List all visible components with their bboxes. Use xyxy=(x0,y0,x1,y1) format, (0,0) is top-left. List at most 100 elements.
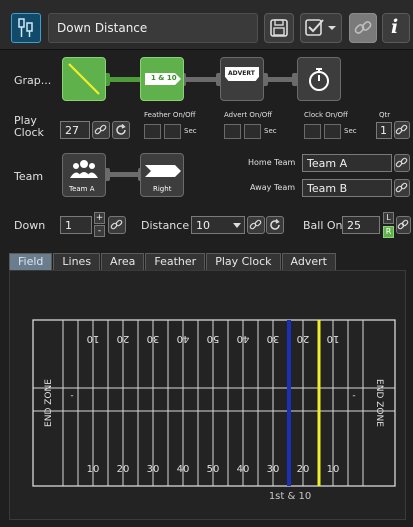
stopwatch-icon xyxy=(309,68,329,91)
right-hash-mark: - xyxy=(352,391,355,401)
down-increment-button[interactable]: + xyxy=(94,212,105,224)
graphics-row-label: Grap... xyxy=(14,74,52,87)
tab-feather[interactable]: Feather xyxy=(145,253,206,270)
quarter-input[interactable]: 1 xyxy=(376,122,392,139)
yard-number-bottom: 40 xyxy=(177,464,190,475)
feather-toggle-checkbox[interactable] xyxy=(144,124,161,139)
home-team-label: Home Team xyxy=(248,158,296,167)
chevron-down-icon xyxy=(233,223,241,228)
graphics-node-field[interactable] xyxy=(62,57,106,101)
apply-dropdown-button[interactable] xyxy=(300,13,342,43)
clock-toggle-checkbox[interactable] xyxy=(304,124,321,139)
advert-toggle-checkbox[interactable] xyxy=(224,124,241,139)
away-team-label: Away Team xyxy=(250,183,296,192)
yard-number-bottom: 50 xyxy=(207,464,220,475)
yard-number-top: 20 xyxy=(117,333,130,344)
field-line-icon xyxy=(68,63,100,95)
link-button[interactable] xyxy=(349,13,377,43)
scoreboard-app-icon[interactable] xyxy=(11,13,41,43)
field-preview-panel: 10 20 30 40 50 40 30 20 10 10 20 30 40 50 40 30 20 10 EN… xyxy=(9,270,406,520)
save-button[interactable] xyxy=(264,13,294,43)
ball-on-input[interactable]: 25 xyxy=(342,216,380,234)
tab-lines[interactable]: Lines xyxy=(53,253,101,270)
info-button[interactable]: i xyxy=(382,13,410,43)
clock-sec-label: Sec xyxy=(344,127,357,135)
down-distance-caption: 1st & 10 xyxy=(269,491,311,502)
down-link-button[interactable] xyxy=(108,216,126,234)
yard-number-top: 10 xyxy=(87,333,100,344)
direction-node[interactable]: Right xyxy=(140,153,184,197)
link-icon xyxy=(94,124,107,135)
yard-number-bottom: 20 xyxy=(117,464,130,475)
ball-on-link-button[interactable] xyxy=(396,216,411,234)
advert-onoff-label: Advert On/Off xyxy=(224,111,273,119)
down-distance-node-text: 1 & 10 xyxy=(151,74,177,82)
checkbox-check-icon xyxy=(305,19,324,36)
play-clock-link-button[interactable] xyxy=(92,121,110,139)
graphics-node-advert[interactable]: ADVERT xyxy=(220,57,264,101)
direction-node-label: Right xyxy=(153,185,172,193)
advert-sec-checkbox[interactable] xyxy=(244,124,261,139)
quarter-label: Qtr xyxy=(379,111,391,119)
distance-value: 10 xyxy=(196,219,210,232)
yard-number-top: 10 xyxy=(327,333,340,344)
link-icon xyxy=(354,21,372,34)
team-label: Team xyxy=(14,170,44,183)
left-hash-mark: - xyxy=(70,391,73,401)
link-icon xyxy=(395,124,408,135)
direction-arrow-icon xyxy=(145,165,181,177)
people-group-icon xyxy=(70,160,98,178)
link-icon xyxy=(249,219,262,230)
football-field-diagram: 10 20 30 40 50 40 30 20 10 10 20 30 40 50 40 30 20 10 EN… xyxy=(32,319,396,502)
tab-field[interactable]: Field xyxy=(9,253,53,270)
preview-tabs: Field Lines Area Feather Play Clock Adve… xyxy=(9,253,337,270)
refresh-icon xyxy=(270,219,280,230)
yard-number-top: 40 xyxy=(177,333,190,344)
left-end-zone-label: END ZONE xyxy=(44,379,54,427)
yard-number-top: 30 xyxy=(147,333,160,344)
yard-number-top: 40 xyxy=(237,333,250,344)
team-node[interactable]: Team A xyxy=(62,153,106,197)
play-clock-label: Play Clock xyxy=(14,114,44,139)
feather-sec-checkbox[interactable] xyxy=(164,124,181,139)
tab-advert[interactable]: Advert xyxy=(281,253,336,270)
away-team-input[interactable]: Team B xyxy=(302,179,392,197)
home-team-input[interactable]: Team A xyxy=(302,154,392,172)
distance-reset-button[interactable] xyxy=(266,216,284,234)
play-clock-input[interactable]: 27 xyxy=(60,121,90,139)
quarter-link-button[interactable] xyxy=(394,121,410,139)
yard-number-top: 20 xyxy=(297,333,310,344)
distance-select[interactable]: 10 xyxy=(191,216,245,234)
graphics-node-clock[interactable] xyxy=(297,57,341,101)
down-decrement-button[interactable]: - xyxy=(94,225,105,237)
refresh-icon xyxy=(116,124,126,135)
yard-numbers-top: 10 20 30 40 50 40 30 20 10 xyxy=(87,333,340,344)
down-label: Down xyxy=(14,219,46,232)
advert-node-text: ADVERT xyxy=(228,70,255,77)
home-team-link-button[interactable] xyxy=(394,154,410,172)
tab-play-clock[interactable]: Play Clock xyxy=(206,253,281,270)
chevron-down-icon xyxy=(328,26,336,30)
ball-on-left-button[interactable]: L xyxy=(383,212,394,224)
down-input[interactable]: 1 xyxy=(60,216,92,234)
advert-sec-label: Sec xyxy=(264,127,277,135)
yard-number-bottom: 20 xyxy=(297,464,310,475)
yard-number-top: 30 xyxy=(267,333,280,344)
template-title[interactable]: Down Distance xyxy=(48,13,258,43)
tab-area[interactable]: Area xyxy=(101,253,145,270)
link-icon xyxy=(395,182,408,193)
feather-sec-label: Sec xyxy=(184,127,197,135)
away-team-link-button[interactable] xyxy=(394,179,410,197)
top-toolbar: Down Distance i xyxy=(0,0,413,50)
yard-numbers-bottom: 10 20 30 40 50 40 30 20 10 xyxy=(87,464,340,475)
distance-link-button[interactable] xyxy=(247,216,265,234)
graphics-node-down-distance[interactable]: 1 & 10 xyxy=(140,57,184,101)
clock-sec-checkbox[interactable] xyxy=(324,124,341,139)
team-node-label: Team A xyxy=(69,185,95,193)
ball-on-right-button[interactable]: R xyxy=(383,226,394,238)
yard-number-bottom: 30 xyxy=(147,464,160,475)
yard-number-bottom: 40 xyxy=(237,464,250,475)
link-icon xyxy=(397,219,409,230)
play-clock-reset-button[interactable] xyxy=(112,121,130,139)
link-icon xyxy=(395,157,408,168)
